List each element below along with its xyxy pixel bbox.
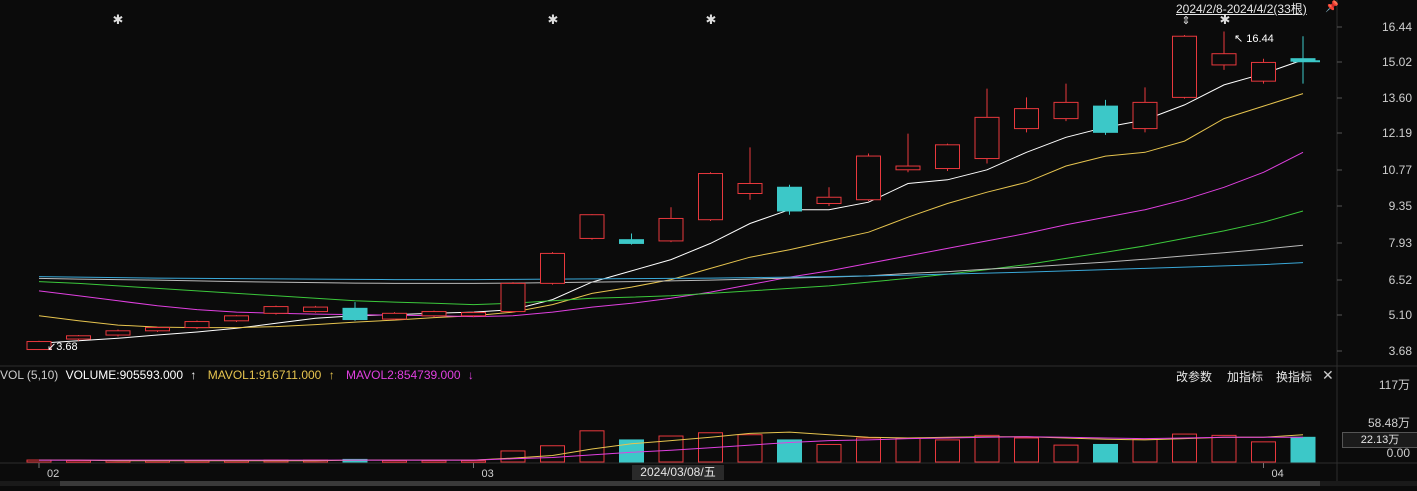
- volume-bar: [421, 460, 447, 463]
- candle-body: [737, 183, 763, 194]
- price-tick-label: 3.68: [1389, 344, 1413, 358]
- volume-bar: [1093, 443, 1118, 463]
- crosshair-date: 2024/03/08/五: [632, 465, 724, 480]
- candle-body: [1251, 61, 1276, 82]
- candle-body: [303, 306, 328, 313]
- candle-body: [895, 165, 921, 171]
- volume-bar: [1290, 436, 1316, 463]
- candle-body: [184, 321, 210, 329]
- volume-bar: [816, 443, 842, 463]
- candle-body: [698, 173, 723, 221]
- price-tick-label: 9.35: [1389, 199, 1413, 213]
- volume-bar: [856, 437, 881, 463]
- candle-body: [658, 217, 684, 242]
- scrollbar-thumb[interactable]: [60, 481, 1320, 486]
- vol-mavol2-value: MAVOL2:854739.000 ↓: [346, 368, 474, 382]
- chart-canvas[interactable]: 16.44 15.02 13.60 12.19 10.77 9.35 7.93 6.52 5.1…: [0, 0, 1417, 486]
- volume-tick-label: 0.00: [1387, 446, 1411, 460]
- volume-bar: [935, 439, 960, 463]
- current-volume-label: 22.13万: [1342, 432, 1417, 448]
- ma-line-ma5: [38, 59, 1304, 344]
- volume-bar: [1132, 438, 1158, 463]
- candle-body: [1014, 108, 1039, 130]
- candle-body: [500, 282, 526, 313]
- range-label[interactable]: 2024/2/8-2024/4/2(33根): [1176, 0, 1307, 17]
- candle-body: [263, 306, 289, 314]
- candle-body: [935, 144, 960, 170]
- candle-body: [579, 214, 605, 239]
- candle-body: [540, 252, 565, 284]
- stock-chart[interactable]: 16.44 15.02 13.60 12.19 10.77 9.35 7.93 6.52 5.1…: [0, 0, 1417, 486]
- price-tick-label: 13.60: [1382, 91, 1412, 105]
- volume-bar: [974, 434, 1000, 463]
- candle-body: [145, 327, 170, 332]
- candle-body: [777, 186, 802, 212]
- price-tick-label: 6.52: [1389, 273, 1413, 287]
- candle-body: [461, 312, 486, 317]
- price-tick-label: 15.02: [1382, 55, 1412, 69]
- volume-bar: [1251, 441, 1276, 463]
- max-price-marker: ↖ 16.44: [1234, 33, 1274, 45]
- change-params-button[interactable]: 改参数: [1176, 368, 1212, 385]
- candle-body: [974, 116, 1000, 160]
- price-tick-label: 10.77: [1382, 163, 1412, 177]
- vol-volume-value: VOLUME:905593.000 ↑: [65, 368, 197, 382]
- date-tick-label: 02: [47, 468, 59, 480]
- date-tick-label: 03: [482, 468, 494, 480]
- candle-body: [105, 330, 131, 336]
- switch-indicator-button[interactable]: 换指标: [1276, 368, 1312, 385]
- vol-indicator-name: VOL (5,10): [0, 368, 59, 382]
- candle-body: [224, 315, 249, 322]
- close-icon[interactable]: ✕: [1322, 367, 1334, 384]
- volume-bar: [500, 450, 526, 463]
- candle-body: [1132, 101, 1158, 130]
- event-star-icon: ✱: [706, 12, 717, 27]
- pin-icon[interactable]: 📌: [1325, 0, 1339, 13]
- volume-bar: [737, 434, 763, 463]
- volume-bar: [1014, 437, 1039, 463]
- volume-tick-label: 58.48万: [1368, 416, 1410, 430]
- date-tick-label: 04: [1272, 468, 1284, 480]
- ma-line-ma120: [38, 262, 1304, 281]
- volume-bar: [1211, 434, 1237, 463]
- candle-body: [619, 239, 644, 244]
- candle-body: [1172, 35, 1197, 98]
- candle-body: [421, 311, 447, 317]
- candle-body: [382, 312, 407, 320]
- price-tick-label: 5.10: [1389, 308, 1413, 322]
- event-star-icon: ✱: [113, 12, 124, 27]
- candle-body: [66, 335, 91, 340]
- volume-bar: [895, 437, 921, 463]
- volume-bar: [382, 460, 407, 463]
- min-price-marker: ↙3.68: [47, 341, 78, 353]
- price-tick-label: 7.93: [1389, 236, 1413, 250]
- volume-tick-label: 117万: [1379, 378, 1410, 392]
- candle-body: [1093, 105, 1118, 133]
- volume-bar: [461, 460, 486, 463]
- volume-bar: [579, 430, 605, 463]
- candle-body: [342, 307, 368, 321]
- price-tick-label: 16.44: [1382, 20, 1412, 34]
- vol-mavol1-value: MAVOL1:916711.000 ↑: [207, 368, 335, 382]
- event-star-icon: ✱: [548, 12, 559, 27]
- candle-body: [1053, 101, 1079, 120]
- add-indicator-button[interactable]: 加指标: [1227, 368, 1263, 385]
- candle-body: [856, 155, 881, 201]
- candle-body: [816, 196, 842, 204]
- volume-bar: [66, 460, 91, 463]
- volume-legend: VOL (5,10) VOLUME:905593.000 ↑ MAVOL1:91…: [0, 368, 482, 382]
- price-tick-label: 12.19: [1382, 126, 1412, 140]
- volume-bar: [1053, 444, 1079, 463]
- candle-body: [1211, 53, 1237, 66]
